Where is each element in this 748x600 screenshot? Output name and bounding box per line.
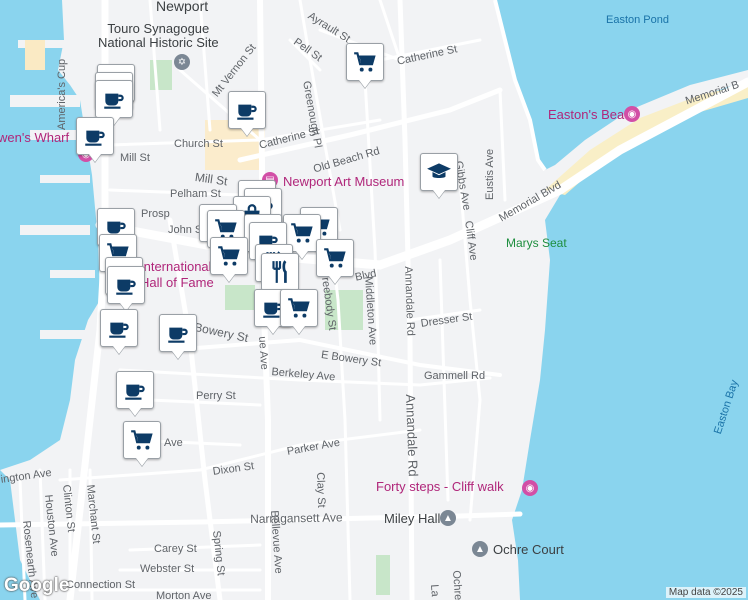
street-label: Gammell Rd [424,370,486,382]
cart-icon [352,49,378,75]
synagogue-icon[interactable]: ✡ [174,54,190,70]
street-label: Connection St [66,579,136,591]
coffee-icon [165,320,191,346]
pin-3[interactable] [95,80,133,118]
street-label: Annandale Rd [402,266,417,337]
cart-icon [322,245,348,271]
street-label: Carey St [154,543,197,555]
street-label: Eustis Ave [484,148,496,200]
google-logo: Google [4,575,70,596]
pin-4[interactable] [346,43,384,81]
place-label-ochre-court: Ochre Court [493,542,564,557]
cart-icon [216,243,242,269]
place-label-hall-of-fame: International Hall of Fame [140,259,214,290]
camera-icon[interactable]: ◉ [624,106,640,122]
cart-icon [129,427,155,453]
street-label: ue Ave [256,336,271,371]
map-canvas[interactable]: Newport Touro Synagogue National Histori… [0,0,748,600]
coffee-icon [106,315,132,341]
street-label: Morton Ave [156,590,212,600]
place-label-marys-seat: Marys Seat [506,236,567,250]
school-icon[interactable]: ▲ [440,510,456,526]
street-label: Ave [164,437,183,449]
street-label: La [428,584,441,598]
pin-30[interactable] [123,421,161,459]
pin-24[interactable] [107,266,145,304]
street-label: Clay St [314,472,328,508]
coffee-icon [82,123,108,149]
pin-5[interactable] [228,91,266,129]
graduation-cap-icon [426,159,452,185]
pin-6[interactable] [420,153,458,191]
place-label-easton-pond: Easton Pond [606,14,669,26]
street-label: Prosp [141,208,170,220]
pin-27[interactable] [100,309,138,347]
street-label: Mill St [120,152,150,164]
map-attribution[interactable]: Map data ©2025 [665,587,746,598]
coffee-icon [234,97,260,123]
place-label-bowens-wharf: wen's Wharf [0,130,70,145]
camera-icon[interactable]: ◉ [522,480,538,496]
pin-28[interactable] [159,314,197,352]
pin-26[interactable] [280,289,318,327]
cart-icon [286,295,312,321]
place-label-art-museum: Newport Art Museum [283,174,405,189]
coffee-icon [101,86,127,112]
street-label: America's Cup [56,58,68,130]
restaurant-icon [267,259,293,285]
pin-29[interactable] [116,371,154,409]
street-label: Pelham St [170,188,221,200]
pin-19[interactable] [210,237,248,275]
place-label-touro: Touro Synagogue National Historic Site [98,21,219,50]
street-label: Webster St [140,563,195,575]
pin-22[interactable] [261,253,299,291]
street-label: Annandale Rd [403,394,421,477]
school-icon[interactable]: ▲ [472,541,488,557]
place-label-newport: Newport [156,0,209,14]
place-label-forty-steps: Forty steps - Cliff walk [376,479,504,494]
pin-7[interactable] [76,117,114,155]
street-label: Narragansett Ave [250,510,343,526]
pin-20[interactable] [316,239,354,277]
place-label-miley-hall: Miley Hall [384,511,441,526]
coffee-icon [113,272,139,298]
coffee-icon [122,377,148,403]
street-label: Church St [174,138,223,150]
street-label: John S [168,224,203,236]
cart-icon [289,220,315,246]
street-label: Ochre [450,570,465,600]
street-label: Perry St [196,390,236,402]
